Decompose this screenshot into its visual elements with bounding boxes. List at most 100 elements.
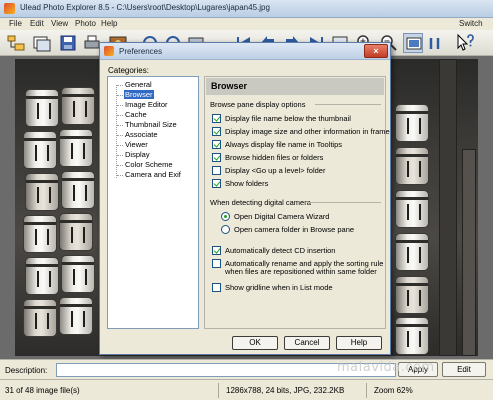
go-up-level-checkbox[interactable] [212, 166, 221, 175]
browse-hidden-label: Browse hidden files or folders [225, 153, 324, 162]
cancel-button[interactable]: Cancel [284, 336, 330, 350]
dialog-title: Preferences [119, 47, 163, 56]
barrel-image [59, 297, 93, 335]
barrel-image [61, 255, 95, 293]
browse-tree-icon[interactable] [6, 33, 26, 53]
detect-cd-checkbox[interactable] [212, 246, 221, 255]
menu-file[interactable]: File [9, 19, 22, 28]
category-display[interactable]: Display [124, 150, 151, 159]
display-image-size-label: Display image size and other information… [225, 127, 390, 136]
barrel-image [25, 173, 59, 211]
title-bar: Ulead Photo Explorer 8.5 - C:\Users\root… [0, 0, 493, 18]
menu-bar: File Edit View Photo Help Switch [0, 18, 493, 30]
tree-connector [117, 165, 123, 166]
browse-hidden-checkbox[interactable] [212, 153, 221, 162]
barrel-image [23, 215, 57, 253]
barrel-image [23, 299, 57, 337]
wooden-post [462, 149, 476, 356]
open-camera-folder-label: Open camera folder in Browse pane [234, 225, 355, 234]
display-image-size-checkbox[interactable] [212, 127, 221, 136]
section-browse-pane-options: Browse pane display options [210, 100, 306, 109]
barrel-image [25, 257, 59, 295]
watermark: malavida.com [337, 360, 435, 375]
section-divider [315, 104, 381, 105]
help-button[interactable]: Help [336, 336, 382, 350]
display-filename-label: Display file name below the thumbnail [225, 114, 351, 123]
categories-tree[interactable]: General Browser Image Editor Cache Thumb… [107, 76, 199, 329]
barrel-image [61, 171, 95, 209]
tree-connector [117, 105, 123, 106]
description-label: Description: [5, 366, 48, 375]
status-separator [218, 383, 219, 398]
barrel-image [395, 190, 429, 228]
barrel-image [61, 87, 95, 125]
tree-connector [117, 155, 123, 156]
barrel-image [59, 129, 93, 167]
menu-view[interactable]: View [51, 19, 68, 28]
barrel-image [395, 104, 429, 142]
category-image-editor[interactable]: Image Editor [124, 100, 169, 109]
tree-connector [117, 135, 123, 136]
edit-button[interactable]: Edit [442, 362, 486, 377]
barrel-image [59, 213, 93, 251]
go-up-level-label: Display <Go up a level> folder [225, 166, 326, 175]
category-cache[interactable]: Cache [124, 110, 148, 119]
show-folders-label: Show folders [225, 179, 269, 188]
tree-connector [117, 145, 123, 146]
panel-title: Browser [206, 78, 384, 95]
display-filename-checkbox[interactable] [212, 114, 221, 123]
browser-settings-panel: Browser Browse pane display options Disp… [204, 76, 390, 329]
dialog-app-icon [104, 46, 114, 56]
menu-photo[interactable]: Photo [75, 19, 96, 28]
status-zoom: Zoom 62% [374, 386, 413, 395]
category-general[interactable]: General [124, 80, 153, 89]
section-divider [308, 202, 381, 203]
auto-rename-label-line2: when files are repositioned within same … [225, 267, 377, 276]
windows-icon[interactable] [32, 33, 52, 53]
status-image-info: 1286x788, 24 bits, JPG, 232.2KB [226, 386, 345, 395]
wooden-post [439, 59, 457, 356]
barrel-image [395, 147, 429, 185]
barrel-image [25, 89, 59, 127]
tree-connector [117, 95, 123, 96]
barrel-image [395, 276, 429, 314]
menu-switch[interactable]: Switch [459, 19, 483, 28]
category-viewer[interactable]: Viewer [124, 140, 149, 149]
status-file-count: 31 of 48 image file(s) [5, 386, 80, 395]
auto-rename-checkbox[interactable] [212, 259, 221, 268]
close-icon[interactable]: × [364, 44, 388, 58]
open-camera-folder-radio[interactable] [221, 225, 230, 234]
open-camera-wizard-radio[interactable] [221, 212, 230, 221]
category-browser[interactable]: Browser [124, 90, 154, 99]
fit-screen-icon[interactable] [403, 33, 423, 53]
categories-label: Categories: [108, 66, 149, 75]
category-thumbnail-size[interactable]: Thumbnail Size [124, 120, 178, 129]
category-color-scheme[interactable]: Color Scheme [124, 160, 174, 169]
menu-edit[interactable]: Edit [30, 19, 44, 28]
barrel-image [395, 317, 429, 355]
window-title: Ulead Photo Explorer 8.5 - C:\Users\root… [20, 3, 270, 12]
tree-connector [117, 115, 123, 116]
tree-connector [117, 85, 123, 86]
status-bar: 31 of 48 image file(s) 1286x788, 24 bits… [0, 379, 493, 400]
barrel-image [23, 131, 57, 169]
context-help-icon[interactable] [455, 33, 475, 53]
tooltips-filename-checkbox[interactable] [212, 140, 221, 149]
detect-cd-label: Automatically detect CD insertion [225, 246, 336, 255]
show-folders-checkbox[interactable] [212, 179, 221, 188]
ok-button[interactable]: OK [232, 336, 278, 350]
app-icon [4, 3, 15, 14]
preferences-dialog: Preferences × Categories: General Browse… [99, 42, 391, 355]
section-digital-camera: When detecting digital camera [210, 198, 311, 207]
menu-help[interactable]: Help [101, 19, 117, 28]
show-gridline-checkbox[interactable] [212, 283, 221, 292]
tooltips-filename-label: Always display file name in Tooltips [225, 140, 343, 149]
show-gridline-label: Show gridline when in List mode [225, 283, 333, 292]
open-camera-wizard-label: Open Digital Camera Wizard [234, 212, 330, 221]
category-associate[interactable]: Associate [124, 130, 159, 139]
save-icon[interactable] [58, 33, 78, 53]
status-separator [366, 383, 367, 398]
category-camera-and-exif[interactable]: Camera and Exif [124, 170, 182, 179]
actual-size-icon[interactable] [427, 33, 447, 53]
tree-connector [117, 125, 123, 126]
